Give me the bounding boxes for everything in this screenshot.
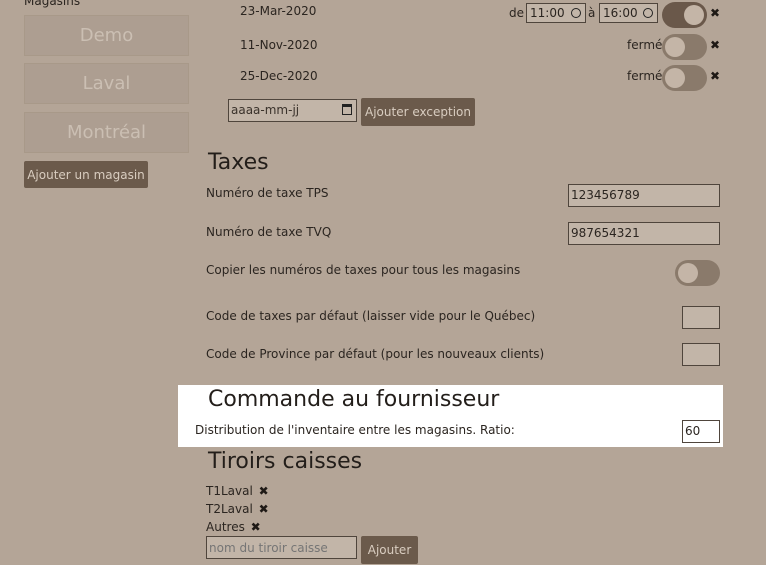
sidebar-heading: Magasins (24, 0, 81, 8)
copy-taxes-label: Copier les numéros de taxes pour tous le… (206, 263, 521, 277)
exception-toggle[interactable] (662, 65, 707, 91)
to-label: à (588, 6, 596, 20)
clock-icon (571, 8, 581, 18)
tps-field[interactable]: 123456789 (568, 184, 720, 207)
tps-label: Numéro de taxe TPS (206, 186, 329, 200)
store-button-montreal[interactable]: Montréal (24, 112, 189, 153)
exception-date: 25-Dec-2020 (240, 69, 318, 83)
drawer-item: T2Laval ✖ (206, 502, 269, 516)
tvq-field[interactable]: 987654321 (568, 222, 720, 245)
store-button-demo[interactable]: Demo (24, 15, 189, 56)
copy-taxes-toggle[interactable] (675, 260, 720, 286)
close-icon[interactable]: ✖ (259, 484, 269, 498)
default-tax-code-field[interactable] (682, 306, 720, 329)
close-icon[interactable]: ✖ (710, 38, 720, 52)
close-icon[interactable]: ✖ (710, 69, 720, 83)
exception-toggle[interactable] (662, 2, 707, 28)
closed-status: fermé (627, 69, 663, 83)
tvq-label: Numéro de taxe TVQ (206, 225, 332, 239)
open-time-input[interactable]: 11:00 (526, 3, 586, 23)
close-icon[interactable]: ✖ (710, 6, 720, 20)
calendar-icon (342, 104, 352, 115)
drawer-name-input[interactable] (206, 536, 357, 559)
exception-toggle[interactable] (662, 34, 707, 60)
ratio-field[interactable]: 60 (682, 420, 720, 443)
cash-drawers-title: Tiroirs caisses (208, 449, 363, 474)
drawer-item: T1Laval ✖ (206, 484, 269, 498)
ratio-label: Distribution de l'inventaire entre les m… (195, 423, 515, 437)
store-button-laval[interactable]: Laval (24, 63, 189, 104)
add-drawer-button[interactable]: Ajouter (361, 536, 418, 564)
taxes-title: Taxes (208, 150, 269, 175)
add-store-button[interactable]: Ajouter un magasin (24, 161, 148, 188)
exception-date: 11-Nov-2020 (240, 38, 318, 52)
supplier-order-title: Commande au fournisseur (208, 387, 500, 412)
close-icon[interactable]: ✖ (259, 502, 269, 516)
clock-icon (643, 8, 653, 18)
province-code-label: Code de Province par défaut (pour les no… (206, 347, 545, 361)
exception-date: 23-Mar-2020 (240, 4, 317, 18)
from-label: de (509, 6, 524, 20)
close-icon[interactable]: ✖ (251, 520, 261, 534)
close-time-input[interactable]: 16:00 (599, 3, 658, 23)
drawer-item: Autres ✖ (206, 520, 261, 534)
exception-date-input[interactable]: aaaa-mm-jj (228, 99, 357, 122)
closed-status: fermé (627, 38, 663, 52)
province-code-field[interactable] (682, 343, 720, 366)
default-tax-code-label: Code de taxes par défaut (laisser vide p… (206, 309, 536, 323)
add-exception-button[interactable]: Ajouter exception (361, 98, 475, 126)
